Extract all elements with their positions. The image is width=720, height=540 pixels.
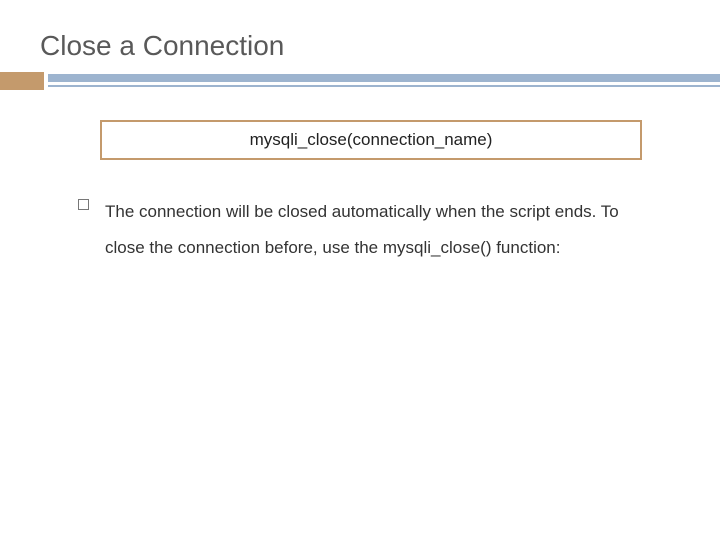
slide-container: Close a Connection mysqli_close(connecti…	[0, 0, 720, 265]
divider-thin	[48, 85, 720, 87]
divider-thick	[48, 74, 720, 82]
title-rule	[38, 72, 682, 92]
square-bullet-icon	[78, 199, 89, 210]
accent-block	[0, 72, 44, 90]
list-item: The connection will be closed automatica…	[78, 194, 652, 265]
list-item-text: The connection will be closed automatica…	[105, 194, 652, 265]
code-syntax-box: mysqli_close(connection_name)	[100, 120, 642, 160]
slide-title: Close a Connection	[38, 30, 682, 62]
bullet-list: The connection will be closed automatica…	[38, 194, 682, 265]
